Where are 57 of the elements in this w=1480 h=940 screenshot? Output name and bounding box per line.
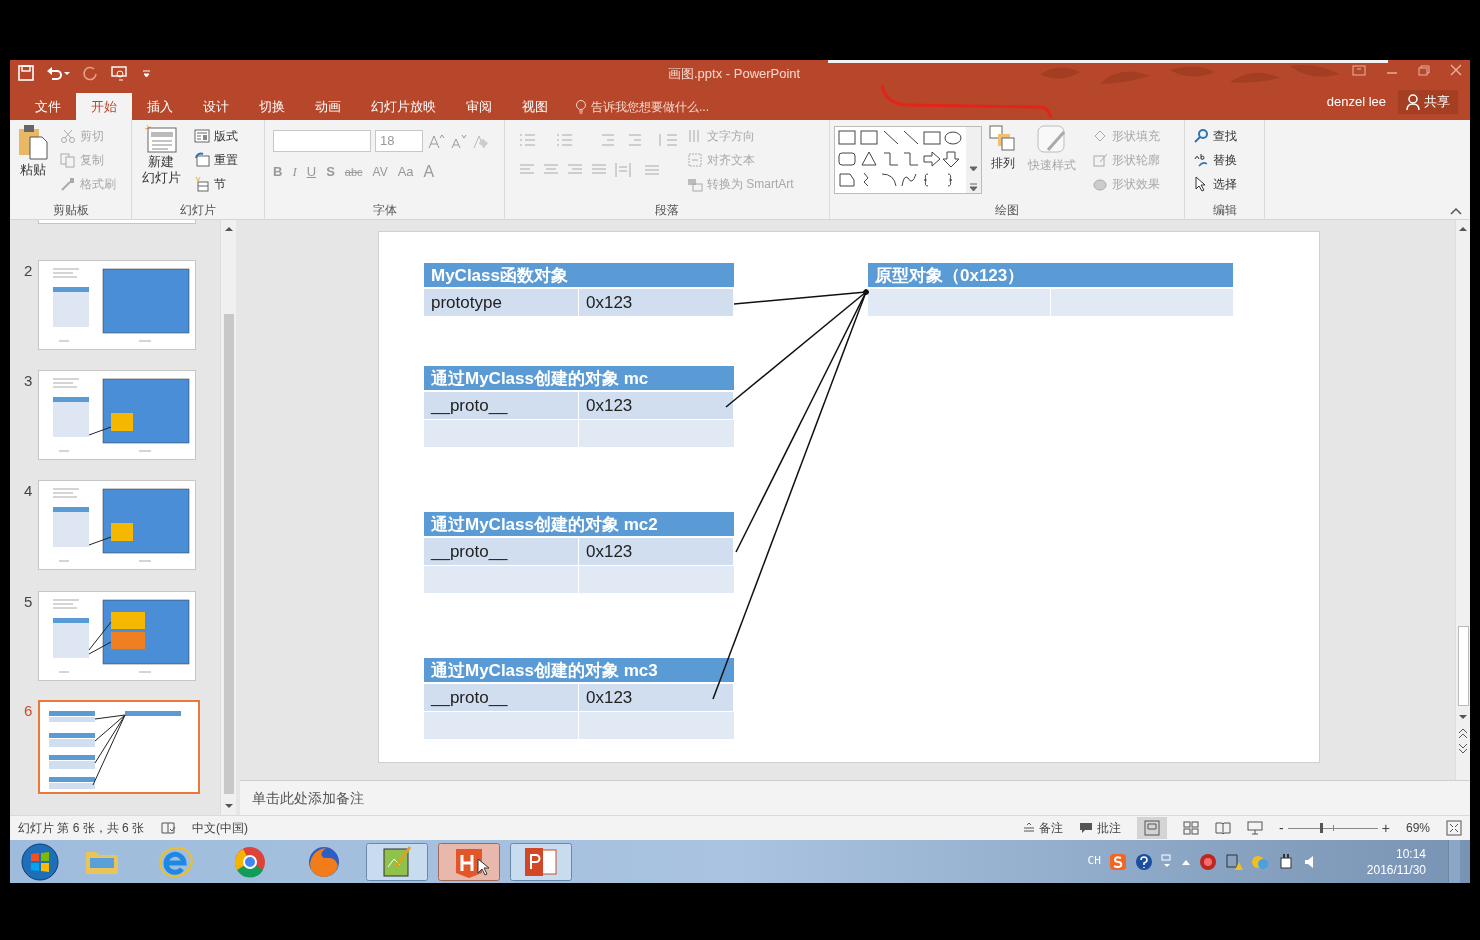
notes-button[interactable]: 备注 xyxy=(1023,819,1064,837)
ribbon-tab[interactable]: 插入 xyxy=(132,93,188,120)
zoom-level[interactable]: 69% xyxy=(1405,819,1430,837)
ribbon-tab[interactable]: 文件 xyxy=(20,93,76,120)
slide-number: 3 xyxy=(23,371,34,391)
comments-button[interactable]: 批注 xyxy=(1079,819,1122,837)
table-header: MyClass函数对象 xyxy=(424,263,734,289)
zoom-in-button[interactable]: + xyxy=(1381,817,1390,839)
group-label: 幻灯片 xyxy=(179,202,217,219)
ribbon-button[interactable]: 查找 xyxy=(1193,124,1237,148)
slide-number: 4 xyxy=(23,481,34,501)
group-label: 剪贴板 xyxy=(51,202,90,219)
ribbon-tab[interactable]: 动画 xyxy=(300,93,356,120)
table-header: 原型对象（0x123） xyxy=(868,263,1233,289)
group-label: 字体 xyxy=(371,202,398,219)
window-title: 画图.pptx - PowerPoint xyxy=(668,65,801,83)
ribbon-tab[interactable]: 开始 xyxy=(76,93,132,120)
table-header: 通过MyClass创建的对象 mc xyxy=(424,366,734,392)
ribbon-button[interactable]: 版式 xyxy=(194,124,238,148)
table-cell: 0x123 xyxy=(579,538,734,565)
table-cell: __proto__ xyxy=(424,538,579,565)
group-label: 绘图 xyxy=(994,202,1020,219)
table-cell: 0x123 xyxy=(579,289,734,316)
slide-number: 6 xyxy=(23,701,34,721)
slide-counter: 幻灯片 第 6 张，共 6 张 xyxy=(18,820,145,837)
arrange-button[interactable]: 排列 xyxy=(988,124,1018,172)
table-header: 通过MyClass创建的对象 mc2 xyxy=(424,512,734,538)
group-label: 编辑 xyxy=(1211,202,1238,219)
ribbon-tab[interactable]: 幻灯片放映 xyxy=(356,93,451,120)
table-header: 通过MyClass创建的对象 mc3 xyxy=(424,658,734,684)
table-cell: 0x123 xyxy=(579,392,734,419)
slide-number: 5 xyxy=(23,592,34,612)
new-slide-button[interactable]: 新建 幻灯片 xyxy=(141,124,181,186)
zoom-out-button[interactable]: - xyxy=(1279,817,1284,839)
ribbon-tab[interactable]: 切换 xyxy=(244,93,300,120)
table-cell: prototype xyxy=(424,289,579,316)
slide-number: 2 xyxy=(23,261,34,281)
ribbon-tab[interactable]: 设计 xyxy=(188,93,244,120)
ribbon-button[interactable]: 节 xyxy=(194,172,238,196)
paste-button[interactable]: 粘贴 xyxy=(17,124,49,180)
table-cell: 0x123 xyxy=(579,684,734,711)
clock-time[interactable]: 10:14 xyxy=(1395,845,1426,862)
table-cell: __proto__ xyxy=(424,684,579,711)
ribbon-tab[interactable]: 审阅 xyxy=(451,93,507,120)
ribbon-tab[interactable]: 视图 xyxy=(507,93,563,120)
user-name[interactable]: denzel lee xyxy=(1326,92,1386,112)
ribbon-button[interactable]: 替换 xyxy=(1193,148,1237,172)
share-button[interactable]: 共享 xyxy=(1398,90,1458,114)
group-label: 段落 xyxy=(654,202,680,219)
clock-date[interactable]: 2016/11/30 xyxy=(1366,861,1426,878)
ribbon-button[interactable]: 选择 xyxy=(1193,172,1237,196)
ribbon-button[interactable]: 重置 xyxy=(194,148,238,172)
language-indicator[interactable]: 中文(中国) xyxy=(192,819,249,837)
table-cell: __proto__ xyxy=(424,392,579,419)
notes-field[interactable]: 单击此处添加备注 xyxy=(252,787,364,809)
tell-me-field[interactable]: 告诉我您想要做什么... xyxy=(591,97,709,116)
font-size-field[interactable]: 18 xyxy=(375,130,423,152)
